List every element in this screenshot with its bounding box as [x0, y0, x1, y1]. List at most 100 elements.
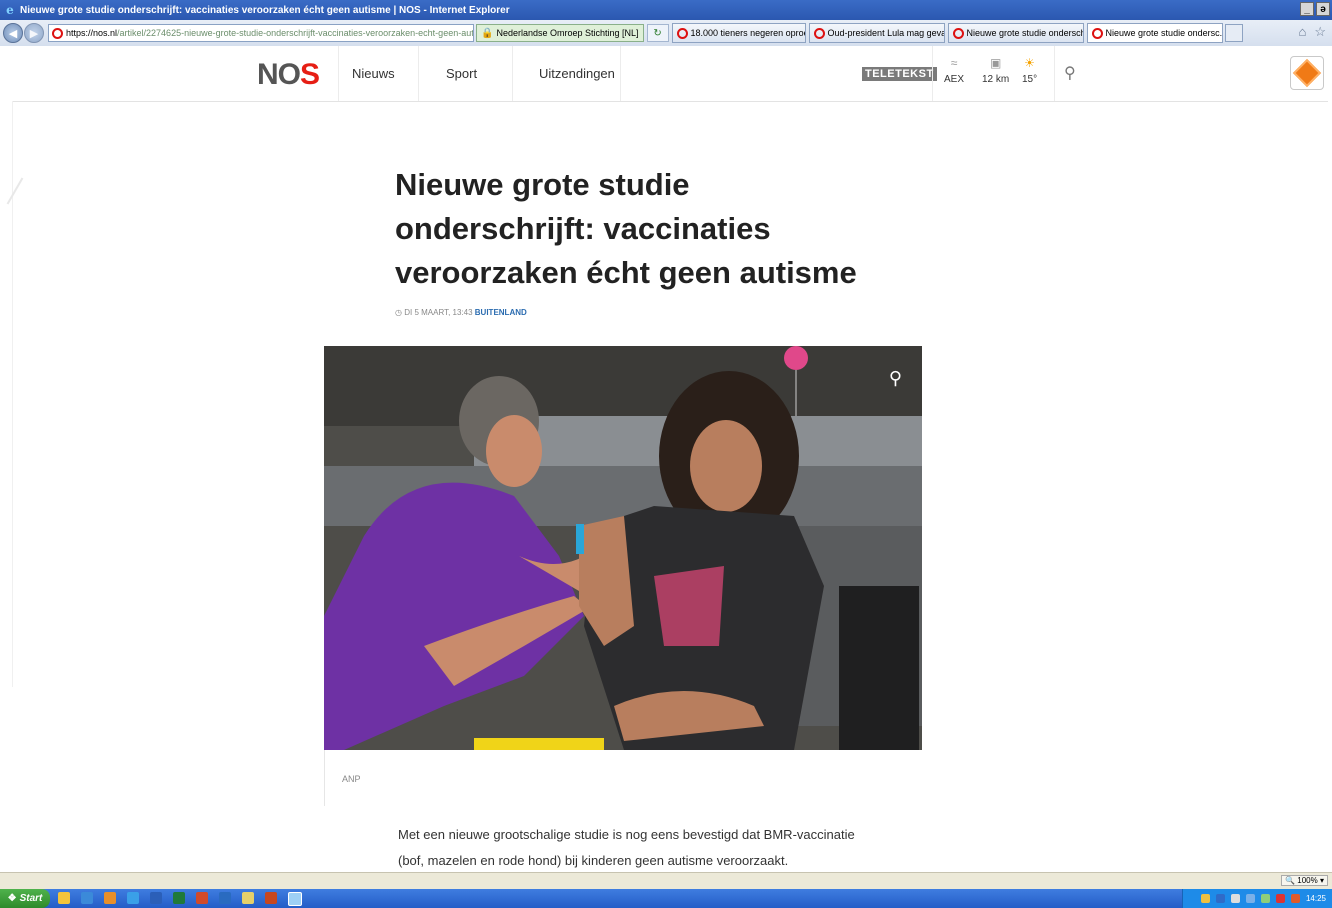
- address-path: /artikel/2274625-nieuwe-grote-studie-ond…: [117, 28, 474, 38]
- tab-site-icon: [813, 27, 825, 39]
- internet-explorer-icon: e: [6, 3, 14, 17]
- browser-toolbar-icons: ⌂ ☆: [1298, 24, 1326, 40]
- clock-icon: ◷: [395, 308, 402, 317]
- nav-divider: [418, 46, 419, 101]
- nav-divider: [620, 46, 621, 101]
- npo-start-icon[interactable]: [1290, 56, 1324, 90]
- browser-navigation-bar: ◀ ▶ https://nos.nl/artikel/2274625-nieuw…: [0, 20, 1332, 46]
- article-photo[interactable]: ⚲: [324, 346, 922, 750]
- aex-label: AEX: [944, 74, 965, 85]
- article-body: Met een nieuwe grootschalige studie is n…: [398, 827, 855, 868]
- search-icon[interactable]: ⚲: [1064, 63, 1076, 83]
- window-title: Nieuwe grote studie onderschrijft: vacci…: [20, 4, 510, 16]
- browser-tab[interactable]: Nieuwe grote studie onderschrij...: [947, 23, 1084, 43]
- diamond-icon: [1292, 58, 1322, 88]
- browser-tab[interactable]: Oud-president Lula mag gevang...: [808, 23, 945, 43]
- site-header: NOS Nieuws Sport Uitzendingen TELETEKST …: [12, 46, 1328, 102]
- restore-button[interactable]: ə: [1316, 2, 1330, 16]
- lock-icon: 🔒: [481, 27, 494, 39]
- folder-icon[interactable]: [242, 892, 254, 904]
- logo-text-s: S: [300, 58, 320, 91]
- tab-site-icon: [676, 27, 688, 39]
- article-date: DI 5 MAART, 13:43: [404, 308, 473, 317]
- weather-widget[interactable]: ☀ 15°: [1022, 56, 1037, 85]
- teletekst-link[interactable]: TELETEKST: [862, 67, 937, 81]
- system-tray: 14:25: [1182, 889, 1332, 908]
- logo-text: NO: [257, 58, 301, 91]
- nav-link-sport[interactable]: Sport: [446, 66, 477, 81]
- search-app-icon[interactable]: [58, 892, 70, 904]
- quick-launch: [58, 892, 302, 906]
- window-title-bar: e Nieuwe grote studie onderschrijft: vac…: [0, 0, 1332, 20]
- clock: 14:25: [1305, 894, 1326, 903]
- nav-divider: [512, 46, 513, 101]
- address-host: https://nos.nl: [66, 28, 118, 38]
- tray-network-icon[interactable]: [1230, 894, 1240, 903]
- traffic-widget[interactable]: ▣ 12 km: [982, 56, 1009, 85]
- article-meta: ◷ DI 5 MAART, 13:43 BUITENLAND: [395, 308, 527, 317]
- outlook-icon[interactable]: [219, 892, 231, 904]
- ie-taskbar-active-icon[interactable]: [288, 892, 302, 906]
- tab-label: 18.000 tieners negeren oproep ...: [690, 28, 805, 38]
- weather-label: 15°: [1022, 74, 1038, 85]
- nav-divider: [1054, 46, 1055, 101]
- car-icon: ▣: [989, 56, 1002, 70]
- tray-display-icon[interactable]: [1260, 894, 1270, 903]
- browser-tab[interactable]: 18.000 tieners negeren oproep ...: [671, 23, 806, 43]
- zoom-level-button[interactable]: 🔍 100% ▾: [1281, 875, 1328, 886]
- zoom-value: 100%: [1297, 876, 1318, 885]
- address-bar[interactable]: https://nos.nl/artikel/2274625-nieuwe-gr…: [48, 24, 474, 42]
- tray-volume-icon[interactable]: [1290, 894, 1300, 903]
- tray-outlook-icon[interactable]: [1215, 894, 1225, 903]
- traffic-label: 12 km: [982, 74, 1010, 85]
- tray-icon[interactable]: [1200, 894, 1210, 903]
- browser-tab-active[interactable]: Nieuwe grote studie ondersc... ×: [1086, 23, 1223, 43]
- chrome-icon[interactable]: [104, 892, 116, 904]
- refresh-button[interactable]: ↻: [646, 24, 669, 42]
- nos-logo[interactable]: NOS: [257, 58, 320, 92]
- ie-icon[interactable]: [127, 892, 139, 904]
- site-icon: [52, 27, 63, 39]
- chart-line-icon: ≈: [950, 56, 958, 70]
- start-label: Start: [19, 893, 43, 904]
- magnifier-icon: 🔍: [1285, 876, 1296, 885]
- tab-site-icon: [952, 27, 964, 39]
- sun-icon: ☀: [1024, 56, 1035, 70]
- page-edge: [12, 101, 13, 687]
- article-section-link[interactable]: BUITENLAND: [475, 308, 527, 317]
- nav-link-nieuws[interactable]: Nieuws: [352, 66, 395, 81]
- tab-label: Nieuwe grote studie ondersc...: [1105, 28, 1223, 38]
- nav-link-uitzendingen[interactable]: Uitzendingen: [539, 66, 615, 81]
- new-tab-button[interactable]: [1224, 24, 1243, 42]
- status-bar: 🔍 100% ▾: [0, 872, 1332, 890]
- back-button[interactable]: ◀: [3, 23, 23, 43]
- aex-widget[interactable]: ≈ AEX: [944, 56, 964, 85]
- info-app-icon[interactable]: [81, 892, 93, 904]
- decorative-line: [6, 177, 24, 205]
- photo-illustration: [324, 346, 922, 750]
- zoom-icon[interactable]: ⚲: [889, 368, 902, 389]
- forward-button[interactable]: ▶: [24, 23, 44, 43]
- certificate-label: Nederlandse Omroep Stichting [NL]: [496, 28, 639, 38]
- excel-icon[interactable]: [173, 892, 185, 904]
- windows-logo-icon: ❖: [7, 893, 17, 904]
- favorites-star-icon[interactable]: ☆: [1314, 24, 1326, 40]
- word-icon[interactable]: [150, 892, 162, 904]
- credit-divider: [324, 750, 325, 806]
- window-controls: _ ə: [1300, 2, 1330, 16]
- firefox-icon[interactable]: [196, 892, 208, 904]
- minimize-button[interactable]: _: [1300, 2, 1314, 16]
- tab-label: Oud-president Lula mag gevang...: [827, 28, 945, 38]
- tab-label: Nieuwe grote studie onderschrij...: [966, 28, 1083, 38]
- nav-divider: [338, 46, 339, 101]
- powerpoint-icon[interactable]: [265, 892, 277, 904]
- article-title: Nieuwe grote studie onderschrijft: vacci…: [395, 167, 857, 290]
- tab-site-icon: [1091, 27, 1103, 39]
- photo-credit: ANP: [342, 774, 361, 784]
- tray-adobe-icon[interactable]: [1275, 894, 1285, 903]
- tray-antivirus-icon[interactable]: [1245, 894, 1255, 903]
- home-icon[interactable]: ⌂: [1298, 24, 1306, 40]
- certificate-badge[interactable]: 🔒 Nederlandse Omroep Stichting [NL]: [476, 24, 644, 42]
- taskbar: ❖ Start 14:25: [0, 889, 1332, 908]
- start-button[interactable]: ❖ Start: [0, 889, 50, 908]
